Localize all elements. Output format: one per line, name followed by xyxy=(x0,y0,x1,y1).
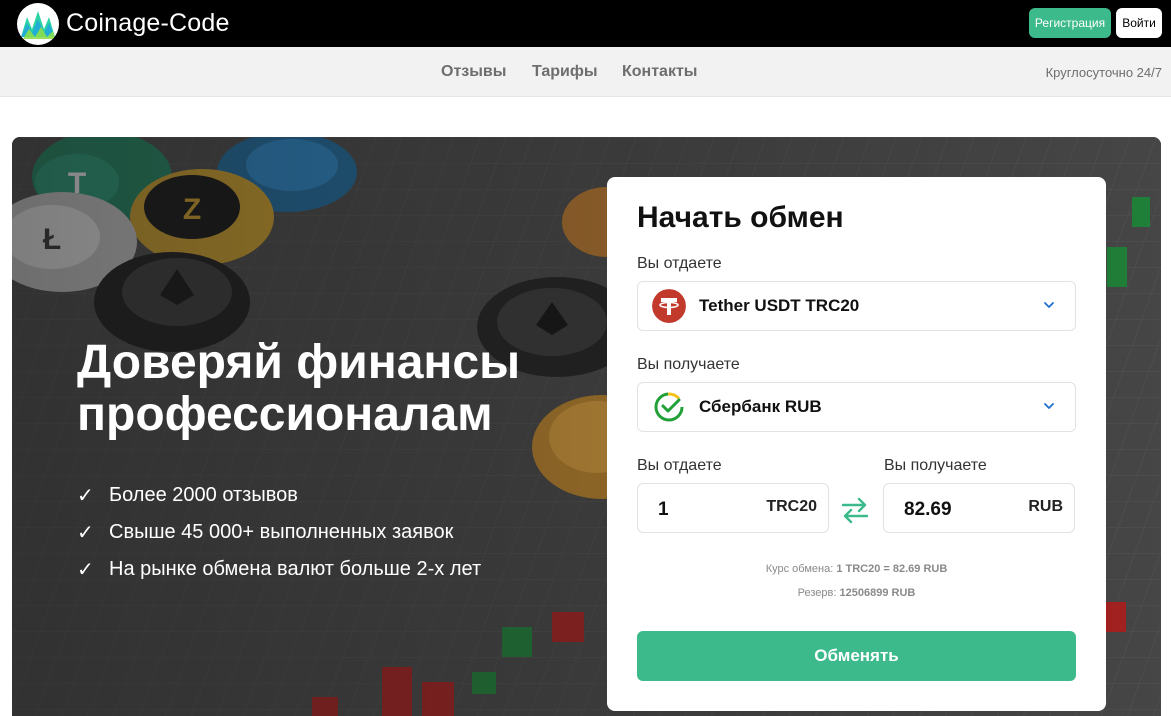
amount-get-input[interactable]: 82.69 RUB xyxy=(883,483,1075,533)
nav-item-contacts[interactable]: Контакты xyxy=(622,63,697,81)
amount-give-label: Вы отдаете xyxy=(637,457,722,474)
swap-icon[interactable] xyxy=(840,495,870,525)
check-icon: ✓ xyxy=(77,485,94,507)
tether-icon xyxy=(652,289,686,323)
check-icon: ✓ xyxy=(77,559,94,581)
login-button[interactable]: Войти xyxy=(1116,8,1162,38)
exchange-title: Начать обмен xyxy=(637,201,844,234)
get-currency-select[interactable]: Сбербанк RUB xyxy=(637,382,1076,432)
exchange-rate-label: Курс обмена: xyxy=(765,563,834,575)
bullet-text: На рынке обмена валют больше 2-х лет xyxy=(109,558,482,580)
amount-get-label: Вы получаете xyxy=(884,457,987,474)
exchange-rate-value: 1 TRC20 = 82.69 RUB xyxy=(836,563,948,575)
reserve-label: Резерв: xyxy=(797,587,837,599)
top-bar: Coinage-Code Регистрация Войти xyxy=(0,0,1171,47)
get-currency-name: Сбербанк RUB xyxy=(699,397,822,416)
bullet-item: ✓ На рынке обмена валют больше 2-х лет xyxy=(77,551,481,588)
give-currency-select[interactable]: Tether USDT TRC20 xyxy=(637,281,1076,331)
reserve: Резерв: 12506899 RUB xyxy=(607,587,1106,599)
bullet-item: ✓ Свыше 45 000+ выполненных заявок xyxy=(77,514,481,551)
exchange-card: Начать обмен Вы отдаете Tether USDT TRC2… xyxy=(607,177,1106,711)
bullet-text: Более 2000 отзывов xyxy=(109,484,298,506)
nav-item-tariffs[interactable]: Тарифы xyxy=(532,63,598,81)
hero-title: Доверяй финансы профессионалам xyxy=(77,336,521,441)
reserve-value: 12506899 RUB xyxy=(839,587,916,599)
bullet-item: ✓ Более 2000 отзывов xyxy=(77,477,481,514)
give-label: Вы отдаете xyxy=(637,255,722,272)
get-label: Вы получаете xyxy=(637,356,740,373)
chevron-down-icon xyxy=(1044,403,1054,409)
exchange-rate: Курс обмена: 1 TRC20 = 82.69 RUB xyxy=(607,563,1106,575)
amount-get-value: 82.69 xyxy=(904,499,952,520)
logo-icon[interactable] xyxy=(17,3,59,45)
register-button[interactable]: Регистрация xyxy=(1029,8,1111,38)
sberbank-icon xyxy=(654,392,684,422)
nav-item-reviews[interactable]: Отзывы xyxy=(441,63,506,81)
chevron-down-icon xyxy=(1044,302,1054,308)
bullet-text: Свыше 45 000+ выполненных заявок xyxy=(109,521,454,543)
check-icon: ✓ xyxy=(77,522,94,544)
amount-give-unit: TRC20 xyxy=(766,498,817,515)
nav-bar: Отзывы Тарифы Контакты Круглосуточно 24/… xyxy=(0,47,1171,97)
amount-give-input[interactable]: 1 TRC20 xyxy=(637,483,829,533)
give-currency-name: Tether USDT TRC20 xyxy=(699,296,860,315)
hero-bullets: ✓ Более 2000 отзывов ✓ Свыше 45 000+ вып… xyxy=(77,477,481,588)
brand-name[interactable]: Coinage-Code xyxy=(66,9,230,38)
exchange-submit-button[interactable]: Обменять xyxy=(637,631,1076,681)
support-hours: Круглосуточно 24/7 xyxy=(1045,65,1162,80)
amount-give-value: 1 xyxy=(658,499,669,520)
amount-get-unit: RUB xyxy=(1028,498,1063,515)
